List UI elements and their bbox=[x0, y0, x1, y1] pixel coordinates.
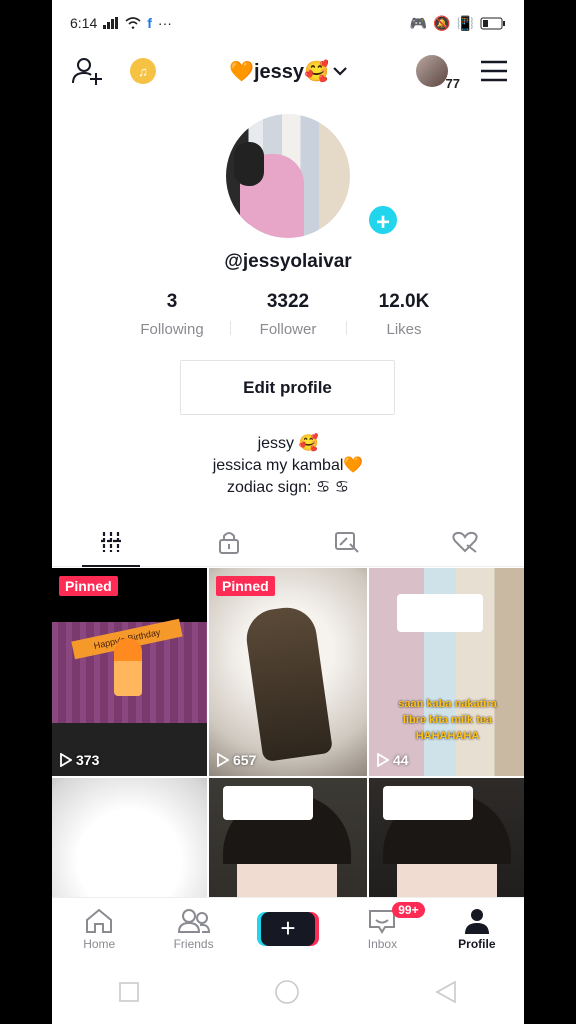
bio-line: jessica my kambal🧡 bbox=[212, 457, 364, 474]
visitor-count: 77 bbox=[445, 76, 460, 91]
tab-private[interactable] bbox=[170, 518, 288, 566]
stat-value: 3322 bbox=[266, 291, 310, 312]
view-count-value: 657 bbox=[233, 752, 257, 768]
nav-home[interactable]: Home bbox=[52, 898, 146, 960]
nav-create[interactable]: + bbox=[241, 898, 335, 960]
comment-bubble bbox=[383, 786, 473, 820]
play-icon bbox=[217, 753, 229, 767]
nav-friends[interactable]: Friends bbox=[146, 898, 240, 960]
nav-profile[interactable]: Profile bbox=[430, 898, 524, 960]
repost-icon bbox=[335, 532, 359, 553]
account-switcher[interactable]: 🧡jessy🥰 bbox=[229, 59, 347, 84]
battery-icon bbox=[480, 17, 505, 29]
mute-icon: 🔕 bbox=[433, 14, 451, 31]
wifi-icon bbox=[125, 17, 141, 29]
stat-following[interactable]: 3 Following bbox=[115, 291, 230, 338]
tab-liked[interactable] bbox=[406, 518, 524, 566]
profile-tabs bbox=[52, 518, 524, 567]
nav-label: Friends bbox=[173, 936, 214, 951]
comment-bubble bbox=[223, 786, 313, 820]
coin-icon[interactable]: ♫ bbox=[130, 58, 156, 84]
cartoon-figure bbox=[114, 638, 142, 696]
phone-screen: 6:14 f ··· 🎮 🔕 📳 ♫ 🧡jessy🥰 77 + @jessyol… bbox=[52, 0, 524, 1024]
add-avatar-button[interactable]: + bbox=[366, 203, 400, 237]
video-thumbnail[interactable]: Happy's Birthday Pinned 373 bbox=[52, 568, 207, 776]
vibrate-icon: 📳 bbox=[456, 14, 474, 31]
status-bar: 6:14 f ··· 🎮 🔕 📳 bbox=[52, 0, 524, 46]
stat-label: Follower bbox=[259, 321, 317, 338]
tab-reposts[interactable] bbox=[288, 518, 406, 566]
stat-likes[interactable]: 12.0K Likes bbox=[347, 291, 462, 338]
grid-icon bbox=[101, 532, 121, 552]
view-count-value: 44 bbox=[393, 752, 409, 768]
visitor-avatar[interactable]: 77 bbox=[416, 55, 460, 91]
view-count: 373 bbox=[60, 752, 99, 768]
nav-label: Profile bbox=[458, 936, 496, 951]
game-icon: 🎮 bbox=[409, 14, 428, 31]
stat-value: 12.0K bbox=[378, 291, 430, 312]
video-thumbnail[interactable]: saan kaba nakatira libre kita milk tea H… bbox=[369, 568, 524, 776]
add-friend-icon[interactable] bbox=[72, 57, 104, 85]
tab-videos[interactable] bbox=[52, 518, 170, 567]
pinned-badge: Pinned bbox=[59, 576, 118, 596]
bottom-nav: Home Friends + 99+ Inbox Profile bbox=[52, 897, 524, 960]
profile-avatar[interactable] bbox=[226, 114, 350, 238]
inbox-badge: 99+ bbox=[392, 902, 425, 918]
chevron-down-icon bbox=[333, 67, 347, 76]
video-caption: saan kaba nakatira libre kita milk tea H… bbox=[398, 698, 497, 742]
clock: 6:14 bbox=[70, 15, 98, 31]
pinned-badge: Pinned bbox=[216, 576, 275, 596]
liked-heart-icon bbox=[452, 531, 478, 553]
view-count: 657 bbox=[217, 752, 256, 768]
create-button[interactable]: + bbox=[261, 912, 316, 946]
bio-line: jessy 🥰 bbox=[257, 435, 319, 452]
profile-stats: 3 Following 3322 Follower 12.0K Likes bbox=[52, 291, 524, 338]
facebook-icon: f bbox=[147, 15, 152, 31]
nav-label: Inbox bbox=[367, 936, 398, 951]
stat-label: Likes bbox=[386, 321, 422, 338]
stat-value: 3 bbox=[166, 291, 178, 312]
bio-line: zodiac sign: ♋ ♋ bbox=[226, 479, 350, 496]
recents-icon[interactable] bbox=[119, 981, 140, 1002]
username-label: 🧡jessy🥰 bbox=[229, 60, 329, 83]
profile-bio: jessy 🥰 jessica my kambal🧡 zodiac sign: … bbox=[52, 433, 524, 499]
home-icon bbox=[86, 908, 113, 933]
menu-icon[interactable] bbox=[480, 60, 508, 82]
play-icon bbox=[60, 753, 72, 767]
profile-top-bar: ♫ 🧡jessy🥰 77 bbox=[52, 46, 524, 96]
nav-label: Home bbox=[83, 936, 116, 951]
avatar-hair bbox=[234, 142, 264, 186]
system-nav-bar bbox=[52, 959, 524, 1024]
signal-icon bbox=[103, 17, 119, 29]
lock-icon bbox=[219, 532, 239, 554]
stat-followers[interactable]: 3322 Follower bbox=[231, 291, 346, 338]
view-count: 44 bbox=[377, 752, 409, 768]
profile-icon bbox=[464, 908, 489, 934]
friends-icon bbox=[177, 908, 210, 933]
comment-bubble bbox=[397, 594, 483, 632]
edit-profile-button[interactable]: Edit profile bbox=[180, 360, 395, 415]
profile-handle: @jessyolaivar bbox=[224, 251, 352, 272]
stat-label: Following bbox=[140, 321, 204, 338]
back-icon[interactable] bbox=[434, 980, 457, 1003]
crocodile-image bbox=[242, 603, 334, 763]
play-icon bbox=[377, 753, 389, 767]
video-thumbnail[interactable]: Pinned 657 bbox=[209, 568, 367, 776]
view-count-value: 373 bbox=[76, 752, 100, 768]
status-more: ··· bbox=[157, 15, 172, 31]
home-circle-icon[interactable] bbox=[274, 979, 300, 1005]
nav-inbox[interactable]: 99+ Inbox bbox=[335, 898, 429, 960]
